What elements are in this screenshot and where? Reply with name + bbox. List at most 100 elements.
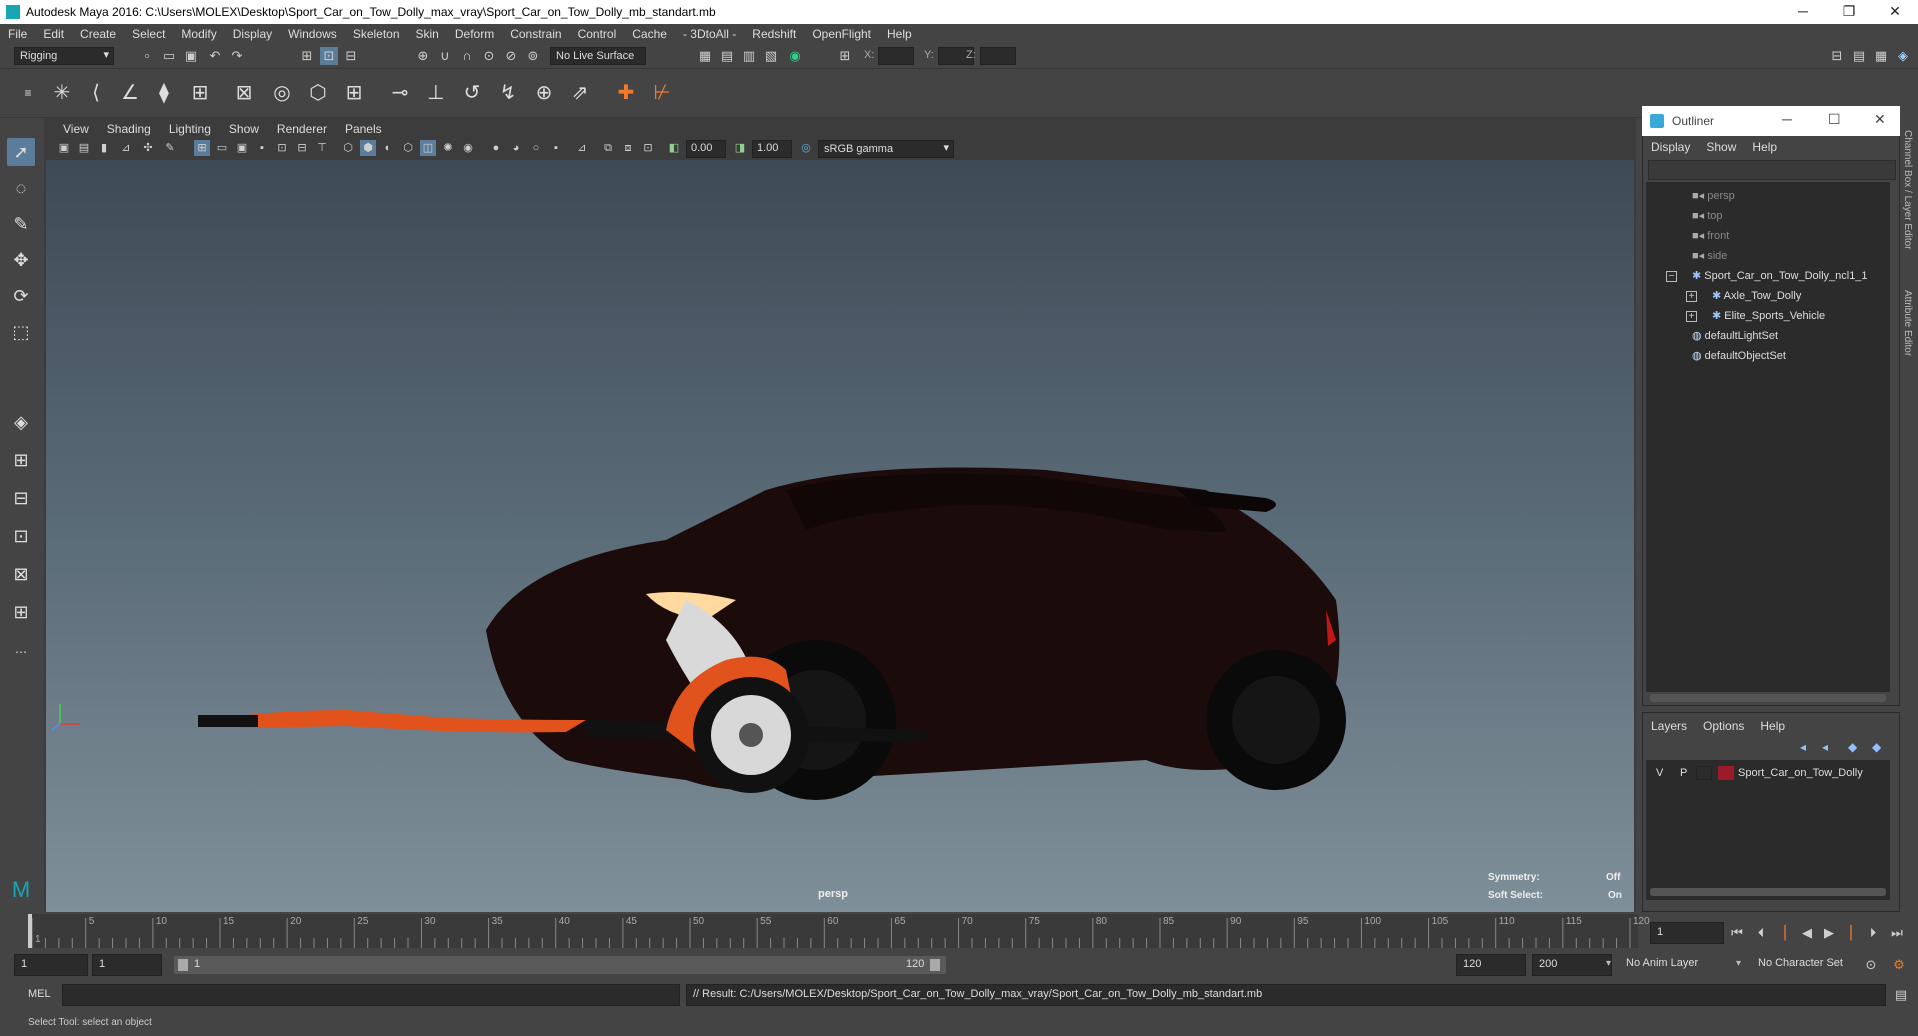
close-button[interactable]: ✕ bbox=[1872, 0, 1918, 24]
wireframe-on-shaded-icon[interactable]: ⬡ bbox=[400, 140, 416, 156]
paint-select-tool-icon[interactable]: ✎ bbox=[7, 210, 35, 238]
outliner-item-default-light-set[interactable]: ◍ defaultLightSet bbox=[1692, 326, 1778, 346]
chevron-down-icon[interactable]: ▾ bbox=[1606, 958, 1611, 969]
menu-constrain[interactable]: Constrain bbox=[502, 27, 569, 41]
set-driven-key-icon[interactable]: ⊬ bbox=[648, 79, 676, 107]
attribute-editor-tab[interactable]: Attribute Editor bbox=[1902, 290, 1913, 356]
rotate-tool-icon[interactable]: ⟳ bbox=[7, 282, 35, 310]
persp-graph-icon[interactable]: ⊡ bbox=[7, 522, 35, 550]
persp-uv-icon[interactable]: ⊠ bbox=[7, 560, 35, 588]
tool-settings-icon[interactable]: ▦ bbox=[1872, 47, 1890, 65]
script-editor-icon[interactable]: ▤ bbox=[1892, 986, 1910, 1004]
move-layer-down-icon[interactable]: ◂ bbox=[1822, 740, 1828, 754]
layer-row[interactable]: V P Sport_Car_on_Tow_Dolly bbox=[1646, 764, 1890, 784]
range-end-handle[interactable] bbox=[930, 959, 940, 971]
image-plane-icon[interactable]: ⊿ bbox=[118, 140, 134, 156]
step-back-frame-icon[interactable]: ⎮ bbox=[1776, 924, 1794, 942]
vp-menu-show[interactable]: Show bbox=[220, 122, 268, 136]
anim-end-field[interactable]: 120 bbox=[1456, 954, 1526, 976]
end-time-field[interactable]: 200 bbox=[1532, 954, 1612, 976]
anim-layer-dropdown[interactable]: No Anim Layer bbox=[1620, 954, 1744, 976]
menu-edit[interactable]: Edit bbox=[35, 27, 72, 41]
menu-3dtoall[interactable]: - 3DtoAll - bbox=[675, 27, 744, 41]
wireframe-icon[interactable]: ⬡ bbox=[340, 140, 356, 156]
play-backwards-icon[interactable]: ◀ bbox=[1798, 924, 1816, 942]
orient-constraint-icon[interactable]: ↺ bbox=[458, 79, 486, 107]
ipr-render-icon[interactable]: ▥ bbox=[740, 47, 758, 65]
outliner-item-top[interactable]: ■◂ top bbox=[1692, 206, 1723, 226]
collapse-toggle-icon[interactable]: − bbox=[1666, 271, 1677, 282]
vp-menu-shading[interactable]: Shading bbox=[98, 122, 160, 136]
exposure-field[interactable]: 0.00 bbox=[686, 140, 726, 158]
current-frame-field[interactable]: 1 bbox=[1650, 922, 1724, 944]
input-mode-icon[interactable]: ⊞ bbox=[836, 47, 854, 65]
channel-box-tab[interactable]: Channel Box / Layer Editor bbox=[1902, 130, 1913, 250]
outliner-minimize-button[interactable]: ─ bbox=[1782, 111, 1792, 127]
snap-view-icon[interactable]: ⊙ bbox=[480, 47, 498, 65]
menu-openflight[interactable]: OpenFlight bbox=[804, 27, 879, 41]
snap-projected-icon[interactable]: ⊚ bbox=[524, 47, 542, 65]
xray-joints-icon[interactable]: ⧈ bbox=[620, 140, 636, 156]
outliner-item-elite-sports-vehicle[interactable]: ✱ Elite_Sports_Vehicle bbox=[1712, 306, 1825, 326]
screen-space-ao-icon[interactable]: ● bbox=[488, 140, 504, 156]
point-constraint-icon[interactable]: ⊸ bbox=[386, 79, 414, 107]
outliner-menu-show[interactable]: Show bbox=[1698, 140, 1744, 154]
use-lights-icon[interactable]: ✺ bbox=[440, 140, 456, 156]
cluster-icon[interactable]: ⊠ bbox=[230, 79, 258, 107]
render-view-icon[interactable]: ▦ bbox=[696, 47, 714, 65]
start-time-field[interactable]: 1 bbox=[14, 954, 88, 976]
layer-visibility-toggle[interactable]: V bbox=[1656, 767, 1663, 779]
safe-title-icon[interactable]: ⊤ bbox=[314, 140, 330, 156]
time-slider-ruler[interactable]: 1 5 10 15 20 25 30 35 40 45 50 55 60 65 70 75 80 85 90 95 10… bbox=[28, 914, 1650, 948]
minimize-button[interactable]: ─ bbox=[1780, 0, 1826, 24]
play-forwards-icon[interactable]: ▶ bbox=[1820, 924, 1838, 942]
outliner-horizontal-scrollbar[interactable] bbox=[1650, 694, 1886, 702]
parent-constraint-icon[interactable]: ⊕ bbox=[530, 79, 558, 107]
channel-box-toggle-icon[interactable]: ◈ bbox=[1894, 47, 1912, 65]
auto-key-icon[interactable]: ⊙ bbox=[1862, 956, 1880, 974]
gate-mask-icon[interactable]: ▪ bbox=[254, 140, 270, 156]
menu-cache[interactable]: Cache bbox=[624, 27, 675, 41]
new-layer-icon[interactable]: ◆ bbox=[1848, 740, 1857, 754]
select-component-icon[interactable]: ⊟ bbox=[342, 47, 360, 65]
insert-joint-icon[interactable]: ⧫ bbox=[150, 79, 178, 107]
menu-skin[interactable]: Skin bbox=[408, 27, 447, 41]
outliner-item-root-group[interactable]: ✱ Sport_Car_on_Tow_Dolly_ncl1_1 bbox=[1692, 266, 1868, 286]
aim-constraint-icon[interactable]: ⊥ bbox=[422, 79, 450, 107]
new-layer-selected-icon[interactable]: ◆ bbox=[1872, 740, 1881, 754]
menu-file[interactable]: File bbox=[0, 27, 35, 41]
snap-point-icon[interactable]: ∩ bbox=[458, 47, 476, 65]
snap-live-icon[interactable]: ⊘ bbox=[502, 47, 520, 65]
move-layer-up-icon[interactable]: ◂ bbox=[1800, 740, 1806, 754]
lasso-tool-icon[interactable]: ◌ bbox=[7, 174, 35, 202]
layer-color-swatch[interactable] bbox=[1718, 766, 1734, 780]
depth-of-field-icon[interactable]: ▪ bbox=[548, 140, 564, 156]
single-perspective-icon[interactable]: ◈ bbox=[7, 408, 35, 436]
joint-tool-icon[interactable]: ✳ bbox=[48, 79, 76, 107]
grid-icon[interactable]: ⊞ bbox=[194, 140, 210, 156]
modeling-toolkit-icon[interactable]: ⊟ bbox=[1828, 47, 1846, 65]
layer-playback-toggle[interactable]: P bbox=[1680, 767, 1687, 779]
menu-windows[interactable]: Windows bbox=[280, 27, 345, 41]
exposure-icon[interactable]: ◧ bbox=[666, 140, 682, 156]
z-field[interactable] bbox=[980, 47, 1016, 65]
menu-select[interactable]: Select bbox=[124, 27, 173, 41]
outliner-menu-display[interactable]: Display bbox=[1643, 140, 1698, 154]
render-frame-icon[interactable]: ▤ bbox=[718, 47, 736, 65]
chevron-down-icon[interactable]: ▾ bbox=[1736, 958, 1741, 969]
x-field[interactable] bbox=[878, 47, 914, 65]
undo-icon[interactable]: ↶ bbox=[206, 47, 224, 65]
2d-pan-zoom-icon[interactable]: ✣ bbox=[140, 140, 156, 156]
restore-button[interactable]: ❐ bbox=[1826, 0, 1872, 24]
outliner-item-side[interactable]: ■◂ side bbox=[1692, 246, 1727, 266]
go-to-end-icon[interactable]: ⏭ bbox=[1888, 924, 1906, 942]
wire-deformer-icon[interactable]: ⊞ bbox=[340, 79, 368, 107]
snap-grid-icon[interactable]: ⊕ bbox=[414, 47, 432, 65]
range-start-handle[interactable] bbox=[178, 959, 188, 971]
layer-display-type-toggle[interactable] bbox=[1696, 766, 1712, 780]
color-management-icon[interactable]: ◎ bbox=[798, 140, 814, 156]
outliner-item-front[interactable]: ■◂ front bbox=[1692, 226, 1729, 246]
wrap-deformer-icon[interactable]: ⬡ bbox=[304, 79, 332, 107]
camera-attributes-icon[interactable]: ▤ bbox=[76, 140, 92, 156]
lattice-icon[interactable]: ◎ bbox=[268, 79, 296, 107]
